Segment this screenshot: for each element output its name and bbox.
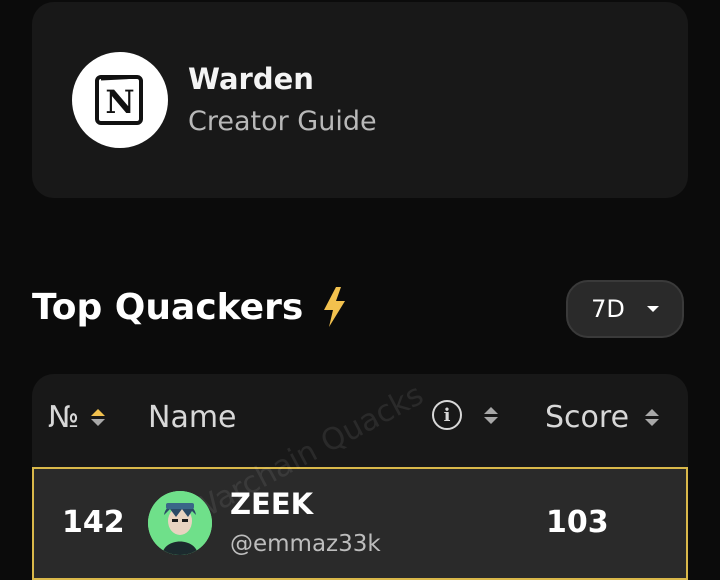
avatar[interactable] [148,491,212,555]
column-score-header[interactable]: Score [545,400,660,435]
notion-logo-icon: N [72,52,168,148]
row-score: 103 [546,505,609,540]
leaderboard-table: № Name i Score Warchain Quacks 142 ZEEK … [32,374,688,580]
row-handle: @emmaz33k [230,531,381,557]
card-subtitle: Creator Guide [188,106,377,137]
sort-icon[interactable] [91,409,106,426]
column-rank-header[interactable]: № [48,400,106,435]
svg-text:N: N [105,83,134,121]
column-info-header[interactable]: i [432,400,498,430]
sort-icon[interactable] [645,409,660,426]
column-name-label: Name [148,400,237,435]
leaderboard-title-text: Top Quackers [32,286,304,328]
info-icon[interactable]: i [432,400,462,430]
card-title: Warden [188,62,314,96]
lightning-bolt-icon [324,287,346,327]
row-rank: 142 [62,505,125,540]
column-score-label: Score [545,400,630,435]
sort-icon[interactable] [484,406,498,424]
row-username: ZEEK [230,487,314,521]
period-dropdown[interactable]: 7D [566,280,684,338]
column-name-header: Name [148,400,237,435]
table-row[interactable]: Warchain Quacks 142 ZEEK @emmaz33k 103 [32,377,688,580]
period-selected-value: 7D [591,295,625,323]
chevron-down-icon [646,306,659,312]
leaderboard-title: Top Quackers [32,286,347,328]
creator-guide-card[interactable]: N Warden Creator Guide [32,2,688,198]
column-rank-label: № [48,400,80,435]
